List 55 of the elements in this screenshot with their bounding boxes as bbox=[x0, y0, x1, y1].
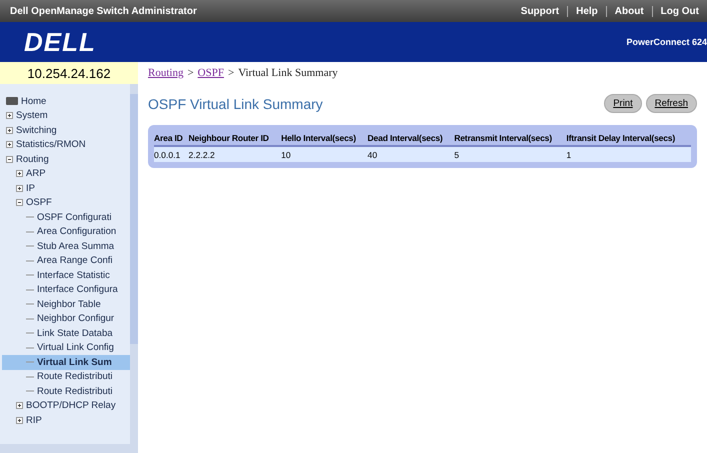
table-cell: 5 bbox=[454, 146, 566, 162]
computer-icon bbox=[6, 97, 18, 106]
table-cell: 0.0.0.1 bbox=[154, 146, 189, 162]
breadcrumb-separator: > bbox=[187, 67, 194, 79]
tree-item[interactable]: Virtual Link Config bbox=[2, 340, 130, 355]
tree-item[interactable]: Virtual Link Sum bbox=[2, 355, 130, 370]
tree-item[interactable]: OSPF Configurati bbox=[2, 210, 130, 224]
breadcrumb-link[interactable]: Routing bbox=[148, 67, 184, 79]
page-title: OSPF Virtual Link Summary bbox=[148, 96, 323, 112]
tree-item[interactable]: System bbox=[2, 108, 130, 123]
table-cell: 10 bbox=[281, 146, 368, 162]
logo: DELL bbox=[24, 26, 96, 58]
tree-item[interactable]: Switching bbox=[2, 123, 130, 138]
tree-item[interactable]: Home bbox=[2, 94, 130, 108]
tree-item[interactable]: Route Redistributi bbox=[2, 370, 130, 384]
plus-box-icon[interactable] bbox=[6, 126, 13, 134]
plus-box-icon[interactable] bbox=[16, 170, 23, 178]
tree-item[interactable]: Area Range Confi bbox=[2, 254, 130, 268]
tree-item[interactable]: Neighbor Configur bbox=[2, 312, 130, 326]
tree-item[interactable]: IP bbox=[2, 181, 130, 196]
plus-box-icon[interactable] bbox=[16, 416, 23, 424]
table-cell: 2.2.2.2 bbox=[188, 146, 282, 162]
product-name: PowerConnect 624 bbox=[626, 37, 707, 47]
tree-item[interactable]: Interface Configura bbox=[2, 282, 130, 297]
header-link[interactable]: Support bbox=[512, 6, 568, 16]
tree-item[interactable]: Neighbor Table bbox=[2, 297, 130, 312]
action-button[interactable]: Print bbox=[604, 94, 642, 113]
plus-box-icon[interactable] bbox=[16, 402, 23, 410]
tree-item[interactable]: Stub Area Summa bbox=[2, 239, 130, 254]
header-link[interactable]: Help bbox=[567, 6, 606, 16]
breadcrumb-separator: > bbox=[228, 67, 234, 79]
tree-item[interactable]: Statistics/RMON bbox=[2, 138, 130, 152]
breadcrumb-link[interactable]: OSPF bbox=[198, 67, 224, 79]
plus-box-icon[interactable] bbox=[6, 141, 13, 148]
tree-item[interactable]: Routing bbox=[2, 152, 130, 166]
ip-address: 10.254.24.162 bbox=[0, 62, 138, 84]
tree-item[interactable]: BOOTP/DHCP Relay bbox=[2, 398, 130, 413]
minus-box-icon[interactable] bbox=[6, 156, 13, 163]
tree-item[interactable]: Link State Databa bbox=[2, 326, 130, 340]
tree-item[interactable]: Interface Statistic bbox=[2, 268, 130, 282]
header-link[interactable]: Log Out bbox=[652, 6, 707, 16]
tree-item[interactable]: Area Configuration bbox=[2, 224, 130, 239]
breadcrumb-current: Virtual Link Summary bbox=[238, 67, 338, 79]
minus-box-icon[interactable] bbox=[16, 199, 23, 206]
plus-box-icon[interactable] bbox=[16, 184, 23, 192]
tree-item[interactable]: OSPF bbox=[2, 196, 130, 210]
action-button[interactable]: Refresh bbox=[646, 94, 697, 113]
tree-item[interactable]: Route Redistributi bbox=[2, 384, 130, 398]
window-title: Dell OpenManage Switch Administrator bbox=[10, 6, 197, 16]
tree-item[interactable]: RIP bbox=[2, 413, 130, 428]
table-cell: 1 bbox=[566, 146, 691, 162]
header-link[interactable]: About bbox=[606, 6, 652, 16]
plus-box-icon[interactable] bbox=[6, 112, 13, 120]
table-cell: 40 bbox=[368, 146, 454, 162]
tree-item[interactable]: ARP bbox=[2, 166, 130, 181]
